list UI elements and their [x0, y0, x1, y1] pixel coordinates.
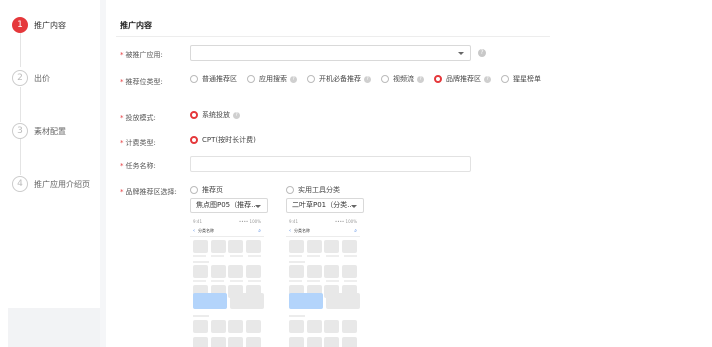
help-icon[interactable]: ?	[364, 75, 371, 83]
phone-nav-bar: ‹ 分类名称 ⌕	[289, 227, 357, 235]
chevron-down-icon	[255, 204, 261, 208]
radio-circle-selected	[434, 75, 442, 83]
billing-type-group: CPT(按时长计费)	[190, 135, 266, 145]
phone-status-bar: 9:41 •••• 100%	[289, 219, 357, 224]
sidebar-footer-panel	[8, 308, 106, 347]
radio-circle-selected	[190, 111, 198, 119]
help-icon[interactable]: ?	[417, 75, 424, 83]
radio-label: 猩星榜单	[513, 75, 541, 83]
phone-nav-title: 分类名称	[198, 228, 214, 233]
billing-type-label: * 计费类型:	[120, 139, 156, 147]
phone-preview-tools: 9:41 •••• 100% ‹ 分类名称 ⌕	[286, 217, 360, 347]
radio-label: 推荐页	[202, 186, 223, 194]
brand-choice-tools[interactable]: 实用工具分类	[286, 185, 350, 195]
step-label: 素材配置	[34, 126, 66, 136]
phone-status-bar: 9:41 •••• 100%	[193, 219, 261, 224]
step-label: 推广应用介绍页	[34, 179, 90, 189]
step-number: 3	[12, 123, 28, 139]
step-label: 出价	[34, 73, 50, 83]
step-label: 推广内容	[34, 20, 66, 30]
search-icon: ⌕	[354, 228, 357, 234]
radio-circle	[190, 186, 198, 194]
radio-circle	[190, 75, 198, 83]
divider	[116, 36, 550, 37]
focus-banner-highlight	[193, 293, 227, 309]
phone-nav-bar: ‹ 分类名称 ⌕	[193, 227, 261, 235]
position-type-label: * 推荐位类型:	[120, 78, 163, 86]
back-icon: ‹	[193, 228, 195, 234]
radio-system-delivery[interactable]: 系统投放 ?	[190, 110, 240, 120]
step-2[interactable]: 2 出价	[12, 70, 50, 86]
step-1[interactable]: 1 推广内容	[12, 17, 66, 33]
task-name-input[interactable]	[190, 156, 471, 172]
chevron-down-icon	[458, 52, 464, 55]
step-connector	[20, 138, 21, 175]
radio-app-search[interactable]: 应用搜索 ?	[247, 74, 297, 84]
step-sidebar: 1 推广内容 2 出价 3 素材配置 4 推广应用介绍页	[0, 0, 100, 347]
phone-nav-title: 分类名称	[294, 228, 310, 233]
step-number: 1	[12, 17, 28, 33]
radio-label: 普通推荐区	[202, 75, 237, 83]
section-title: 推广内容	[120, 21, 152, 30]
clover-banner-highlight	[289, 293, 323, 309]
position-type-group: 普通推荐区 应用搜索 ? 开机必备推荐 ? 视频流 ? 品牌推荐区 ? 猩星榜单	[190, 74, 551, 84]
help-icon[interactable]: ?	[233, 111, 240, 119]
radio-circle-selected	[190, 136, 198, 144]
slot-select-tools[interactable]: 二叶草P01（分类…	[286, 198, 364, 213]
page-root: 1 推广内容 2 出价 3 素材配置 4 推广应用介绍页 推广内容 * 被推广应用…	[0, 0, 712, 347]
radio-circle	[307, 75, 315, 83]
radio-circle	[501, 75, 509, 83]
promoted-app-label: * 被推广应用:	[120, 51, 163, 59]
divider	[100, 0, 106, 347]
radio-brand-area[interactable]: 品牌推荐区 ?	[434, 74, 491, 84]
step-3[interactable]: 3 素材配置	[12, 123, 66, 139]
radio-ranking-list[interactable]: 猩星榜单	[501, 74, 541, 84]
step-4[interactable]: 4 推广应用介绍页	[12, 176, 90, 192]
chevron-down-icon	[351, 204, 357, 208]
brand-choice-recommend[interactable]: 推荐页	[190, 185, 233, 195]
radio-label: 应用搜索	[259, 75, 287, 83]
slot-select-value: 焦点图P05（推荐…	[196, 201, 259, 209]
task-name-label: * 任务名称:	[120, 162, 156, 170]
help-icon[interactable]: ?	[478, 49, 486, 57]
radio-label: 系统投放	[202, 111, 230, 119]
radio-label: 实用工具分类	[298, 186, 340, 194]
slot-select-value: 二叶草P01（分类…	[292, 201, 355, 209]
delivery-mode-label: * 投放模式:	[120, 114, 156, 122]
radio-video-feed[interactable]: 视频流 ?	[381, 74, 424, 84]
step-number: 4	[12, 176, 28, 192]
radio-label: 视频流	[393, 75, 414, 83]
promoted-app-select[interactable]	[190, 45, 471, 61]
help-icon[interactable]: ?	[484, 75, 491, 83]
phone-preview-recommend: 9:41 •••• 100% ‹ 分类名称 ⌕	[190, 217, 264, 347]
step-connector	[20, 87, 21, 122]
radio-label: 品牌推荐区	[446, 75, 481, 83]
radio-label: 开机必备推荐	[319, 75, 361, 83]
radio-boot-essentials[interactable]: 开机必备推荐 ?	[307, 74, 371, 84]
help-icon[interactable]: ?	[290, 75, 297, 83]
radio-label: CPT(按时长计费)	[202, 136, 256, 144]
radio-circle	[381, 75, 389, 83]
search-icon: ⌕	[258, 228, 261, 234]
radio-normal-area[interactable]: 普通推荐区	[190, 74, 237, 84]
radio-circle	[247, 75, 255, 83]
step-number: 2	[12, 70, 28, 86]
step-connector	[20, 31, 21, 67]
back-icon: ‹	[289, 228, 291, 234]
radio-circle	[286, 186, 294, 194]
slot-select-recommend[interactable]: 焦点图P05（推荐…	[190, 198, 268, 213]
delivery-mode-group: 系统投放 ?	[190, 110, 250, 120]
brand-area-label: * 品牌推荐区选择:	[120, 188, 177, 196]
banner-placeholder	[230, 293, 264, 309]
banner-placeholder	[326, 293, 360, 309]
radio-cpt[interactable]: CPT(按时长计费)	[190, 135, 256, 145]
